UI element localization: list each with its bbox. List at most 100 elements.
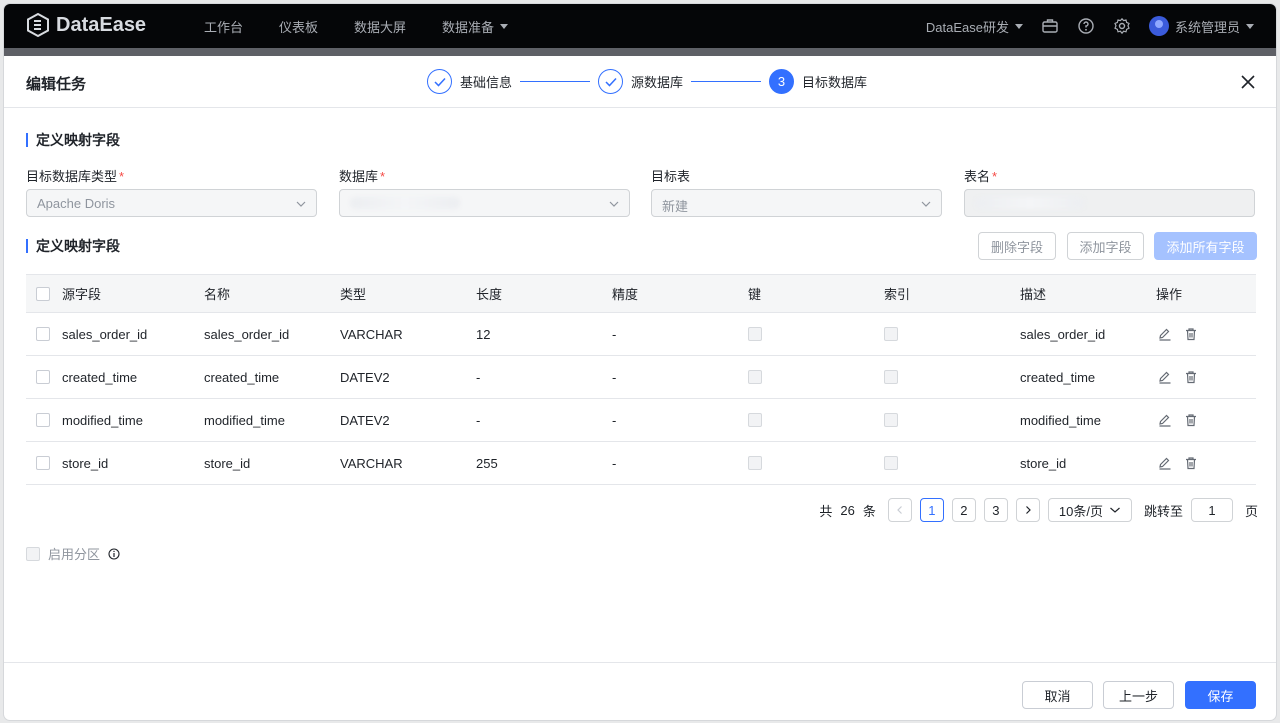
total-prefix: 共: [819, 503, 833, 519]
index-checkbox[interactable]: [884, 399, 898, 441]
nav-item-data-prep[interactable]: 数据准备: [442, 17, 509, 36]
nav-item-dashboard[interactable]: 仪表板: [279, 17, 318, 36]
step-source-db[interactable]: 源数据库: [598, 69, 683, 94]
table-row: store_id store_id VARCHAR 255 - store_id: [26, 442, 1256, 485]
settings-icon[interactable]: [1113, 17, 1131, 35]
field-label-db-type: 目标数据库类型 *: [26, 166, 124, 185]
jump-page-input[interactable]: 1: [1190, 498, 1233, 522]
next-page-button[interactable]: [1015, 498, 1040, 522]
edit-icon[interactable]: [1158, 327, 1172, 341]
cell-length: -: [476, 412, 481, 428]
index-checkbox[interactable]: [884, 313, 898, 355]
db-type-select[interactable]: Apache Doris: [26, 189, 317, 217]
database-select[interactable]: [339, 189, 630, 217]
page-1-button[interactable]: 1: [919, 498, 944, 522]
page-size-select[interactable]: 10条/页: [1047, 498, 1132, 522]
cell-precision: -: [612, 369, 617, 385]
table-row: created_time created_time DATEV2 - - cre…: [26, 356, 1256, 399]
key-checkbox[interactable]: [748, 313, 762, 355]
row-checkbox[interactable]: [36, 399, 50, 441]
row-checkbox[interactable]: [36, 356, 50, 398]
col-name: 名称: [204, 287, 231, 302]
col-actions: 操作: [1156, 287, 1183, 302]
cancel-button[interactable]: 取消: [1022, 681, 1093, 709]
workspace-switcher[interactable]: DataEase研发: [926, 17, 1023, 36]
index-checkbox[interactable]: [884, 356, 898, 398]
prev-page-button[interactable]: [887, 498, 912, 522]
page-3-button[interactable]: 3: [983, 498, 1008, 522]
field-label-table-name: 表名 *: [964, 166, 997, 185]
field-label-target-table: 目标表: [651, 166, 690, 185]
cell-name: store_id: [204, 455, 251, 471]
partition-checkbox[interactable]: [26, 546, 40, 561]
row-checkbox[interactable]: [36, 442, 50, 484]
delete-icon[interactable]: [1184, 413, 1198, 427]
delete-field-button[interactable]: 删除字段: [978, 232, 1056, 260]
target-table-value: 新建: [662, 199, 689, 214]
edit-icon[interactable]: [1158, 413, 1172, 427]
select-all-checkbox[interactable]: [36, 275, 50, 312]
step-basic-info[interactable]: 基础信息: [427, 69, 512, 94]
cell-precision: -: [612, 412, 617, 428]
row-actions: [1158, 313, 1198, 355]
row-checkbox[interactable]: [36, 313, 50, 355]
cell-name: modified_time: [204, 412, 285, 428]
delete-icon[interactable]: [1184, 327, 1198, 341]
col-index: 索引: [884, 287, 911, 302]
required-mark: *: [380, 169, 386, 184]
row-actions: [1158, 399, 1198, 441]
step-number: 3: [769, 69, 795, 94]
col-type: 类型: [340, 287, 367, 302]
chevron-down-icon: [921, 201, 931, 207]
total-suffix: 条: [862, 503, 876, 519]
index-checkbox[interactable]: [884, 442, 898, 484]
main-menu: 工作台 仪表板 数据大屏 数据准备: [204, 4, 544, 48]
brand-name: DataEase: [56, 13, 147, 36]
info-icon[interactable]: [108, 547, 120, 560]
page-size-value: 10条/页: [1058, 503, 1103, 519]
step-label: 源数据库: [631, 75, 684, 90]
table-name-input[interactable]: [964, 189, 1255, 217]
cell-length: 12: [476, 326, 491, 342]
key-checkbox[interactable]: [748, 356, 762, 398]
section-title-target: 定义映射字段: [26, 133, 120, 147]
field-label-text: 表名: [964, 169, 991, 184]
user-name: 系统管理员: [1174, 19, 1240, 35]
step-target-db[interactable]: 3 目标数据库: [769, 69, 867, 94]
top-nav: DataEase 工作台 仪表板 数据大屏 数据准备 DataEase研发 系统…: [4, 4, 1276, 48]
help-icon[interactable]: [1077, 17, 1095, 35]
step-connector: [520, 81, 591, 82]
chevron-down-icon: [296, 201, 306, 207]
target-table-select[interactable]: 新建: [651, 189, 942, 217]
edit-icon[interactable]: [1158, 456, 1172, 470]
check-icon: [427, 69, 452, 94]
edit-icon[interactable]: [1158, 370, 1172, 384]
brand-logo[interactable]: DataEase: [26, 13, 146, 37]
toolbox-icon[interactable]: [1041, 17, 1059, 35]
db-type-value: Apache Doris: [37, 196, 116, 211]
close-icon[interactable]: [1240, 74, 1256, 90]
prev-step-button[interactable]: 上一步: [1103, 681, 1174, 709]
chevron-right-icon: [1025, 506, 1031, 514]
partition-toggle[interactable]: 启用分区: [26, 544, 120, 563]
save-button[interactable]: 保存: [1185, 681, 1256, 709]
nav-item-workbench[interactable]: 工作台: [204, 17, 243, 36]
add-field-button[interactable]: 添加字段: [1067, 232, 1144, 260]
cell-description: store_id: [1020, 455, 1067, 471]
col-precision: 精度: [612, 287, 639, 302]
dataease-logo-icon: [27, 13, 49, 37]
col-length: 长度: [476, 287, 503, 302]
add-all-fields-button[interactable]: 添加所有字段: [1154, 232, 1257, 260]
col-source: 源字段: [62, 287, 102, 302]
nav-item-screen[interactable]: 数据大屏: [354, 17, 406, 36]
cell-type: VARCHAR: [340, 455, 403, 471]
key-checkbox[interactable]: [748, 442, 762, 484]
key-checkbox[interactable]: [748, 399, 762, 441]
cell-source: store_id: [62, 455, 109, 471]
mapping-table: 源字段 名称 类型 长度 精度 键 索引 描述 操作 sales_order_i…: [26, 274, 1256, 485]
user-menu[interactable]: 系统管理员: [1148, 16, 1254, 36]
delete-icon[interactable]: [1184, 370, 1198, 384]
delete-icon[interactable]: [1184, 456, 1198, 470]
page-2-button[interactable]: 2: [951, 498, 976, 522]
step-label: 基础信息: [460, 75, 513, 90]
